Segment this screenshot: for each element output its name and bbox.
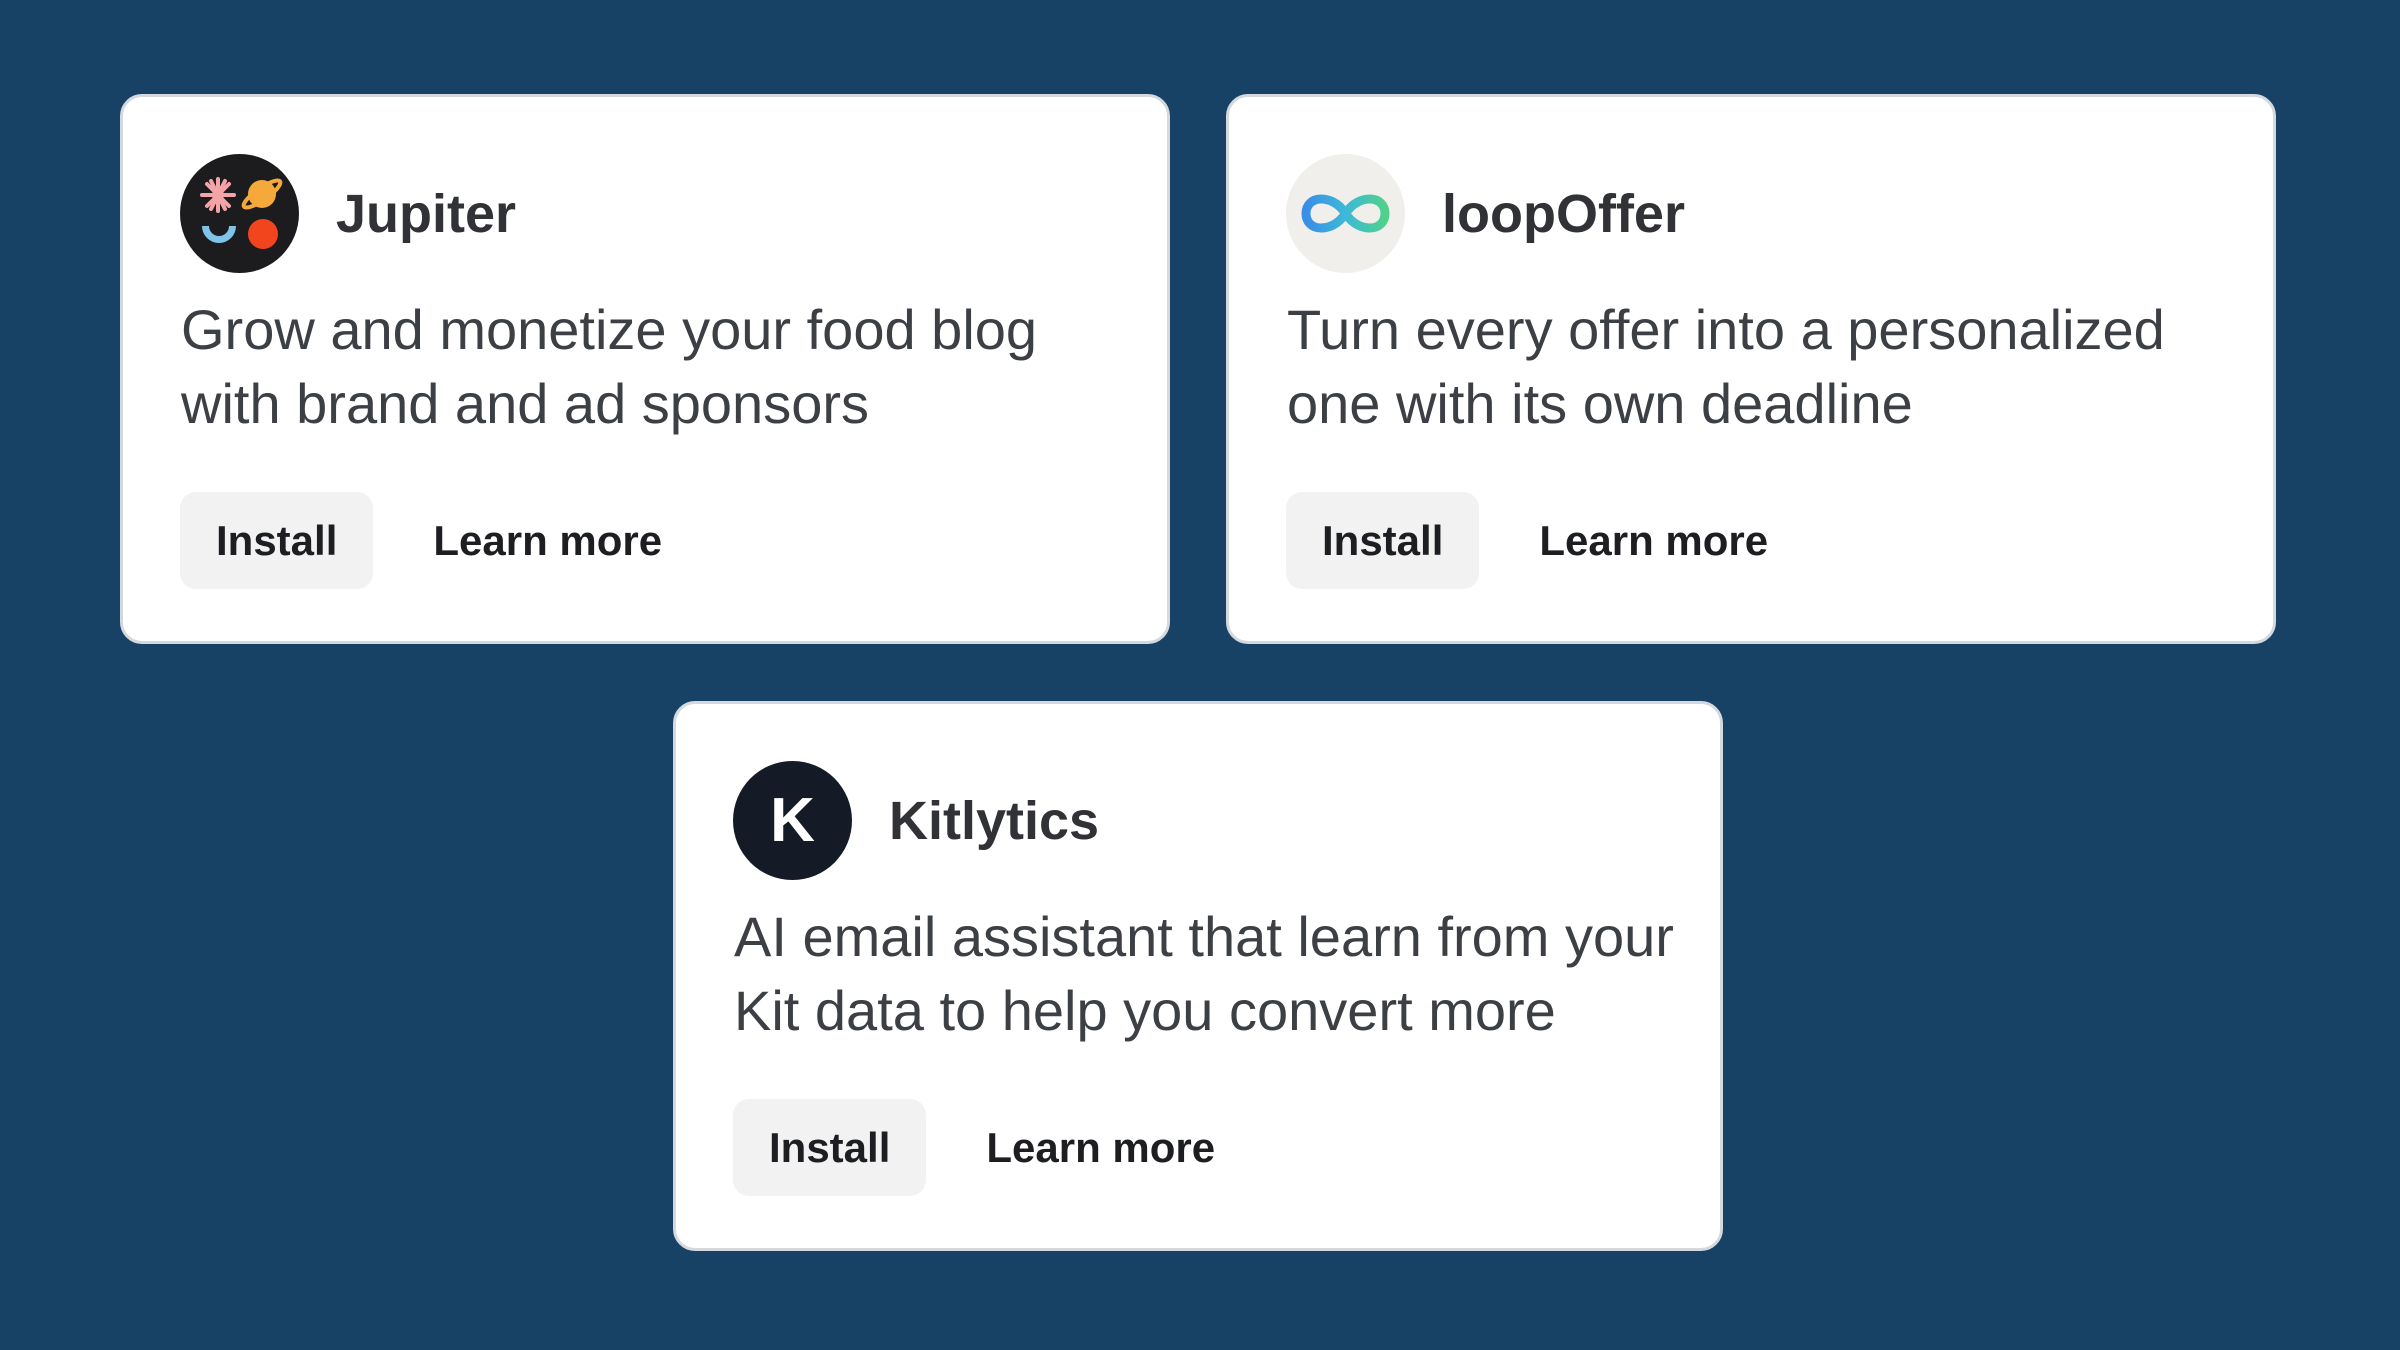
card-actions: Install Learn more xyxy=(1286,492,1768,589)
app-name: Jupiter xyxy=(336,183,517,244)
infinity-loop-icon xyxy=(1301,194,1390,233)
app-card-header: K Kitlytics xyxy=(733,761,1099,880)
app-card-kitlytics: K Kitlytics AI email assistant that lear… xyxy=(673,701,1723,1251)
jupiter-planets-icon xyxy=(200,177,283,249)
install-button[interactable]: Install xyxy=(180,492,374,589)
install-button[interactable]: Install xyxy=(1286,492,1480,589)
app-card-loopoffer: loopOffer Turn every offer into a person… xyxy=(1226,94,2276,644)
app-card-header: loopOffer xyxy=(1286,154,1685,273)
app-description: AI email assistant that learn from your … xyxy=(734,905,1674,1042)
k-letter-icon: K xyxy=(770,785,815,855)
learn-more-link[interactable]: Learn more xyxy=(986,1124,1215,1172)
app-card-jupiter: Jupiter Grow and monetize your food blog… xyxy=(120,94,1170,644)
card-actions: Install Learn more xyxy=(180,492,662,589)
kitlytics-logo-icon: K xyxy=(733,761,852,880)
card-actions: Install Learn more xyxy=(733,1099,1215,1196)
app-description: Turn every offer into a personalized one… xyxy=(1287,298,2165,435)
app-card-header: Jupiter xyxy=(180,154,516,273)
install-button[interactable]: Install xyxy=(733,1099,927,1196)
app-name: Kitlytics xyxy=(889,790,1100,851)
app-description: Grow and monetize your food blog with br… xyxy=(181,298,1038,435)
learn-more-link[interactable]: Learn more xyxy=(433,517,662,565)
learn-more-link[interactable]: Learn more xyxy=(1539,517,1768,565)
app-name: loopOffer xyxy=(1442,183,1685,244)
loopoffer-logo-icon xyxy=(1286,154,1405,273)
jupiter-logo-icon xyxy=(180,154,299,273)
